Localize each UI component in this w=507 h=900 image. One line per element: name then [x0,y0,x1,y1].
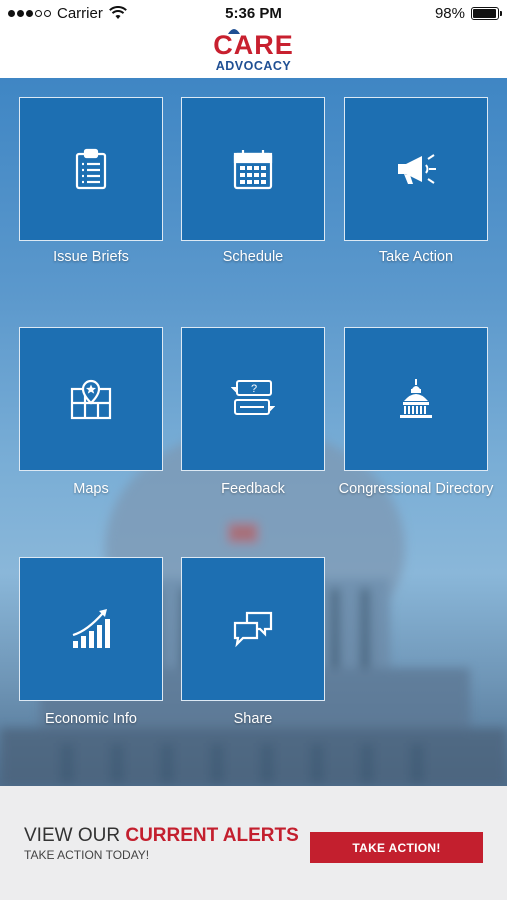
growth-chart-icon [72,609,110,648]
tile-maps[interactable] [19,327,163,471]
tile-label-feedback: Feedback [221,481,285,497]
feedback-icon: ? [231,380,275,415]
tile-congressional-directory[interactable] [344,327,488,471]
logo-dome-icon [228,28,241,34]
chat-bubbles-icon [233,611,273,648]
status-bar: Carrier 5:36 PM 98% [0,0,507,26]
tile-label-economic-info: Economic Info [45,711,137,727]
tile-feedback[interactable]: ? [181,327,325,471]
tile-label-take-action: Take Action [378,249,454,265]
alerts-title-prefix: VIEW OUR [24,825,126,846]
status-left: Carrier [8,5,127,22]
carrier-label: Carrier [57,4,103,22]
alerts-subtitle: TAKE ACTION TODAY! [24,848,150,862]
tile-label-issue-briefs: Issue Briefs [53,249,129,265]
care-advocacy-logo: CARE ADVOCACY [213,28,294,73]
tile-label-congressional-directory: Congressional Directory [338,481,494,497]
main-area: Issue Briefs Schedule Take Action Maps ?… [0,78,507,786]
status-right: 98% [434,4,502,22]
alerts-footer: VIEW OUR CURRENT ALERTS TAKE ACTION TODA… [0,786,507,900]
capitol-icon [400,379,432,418]
tile-label-share: Share [233,711,273,727]
battery-percent: 98% [434,4,465,22]
map-icon [70,379,112,420]
alerts-title: VIEW OUR CURRENT ALERTS [24,825,299,847]
svg-text:?: ? [251,383,257,395]
battery-icon [471,6,502,20]
tile-take-action[interactable] [344,97,488,241]
tile-label-maps: Maps [73,481,109,497]
tile-economic-info[interactable] [19,557,163,701]
clipboard-icon [75,148,107,190]
take-action-button[interactable]: TAKE ACTION! [310,832,483,863]
wifi-icon [108,6,127,19]
tile-label-schedule: Schedule [222,249,284,265]
alerts-title-highlight: CURRENT ALERTS [125,825,299,846]
calendar-icon [233,150,273,190]
tile-schedule[interactable] [181,97,325,241]
megaphone-icon [398,154,436,184]
tile-share[interactable] [181,557,325,701]
app-header: CARE ADVOCACY [0,26,507,78]
logo-care-label: CARE [213,29,294,60]
logo-care-text: CARE [213,28,294,60]
tile-issue-briefs[interactable] [19,97,163,241]
logo-advocacy-label: ADVOCACY [215,58,292,73]
signal-strength-icon [8,9,51,17]
